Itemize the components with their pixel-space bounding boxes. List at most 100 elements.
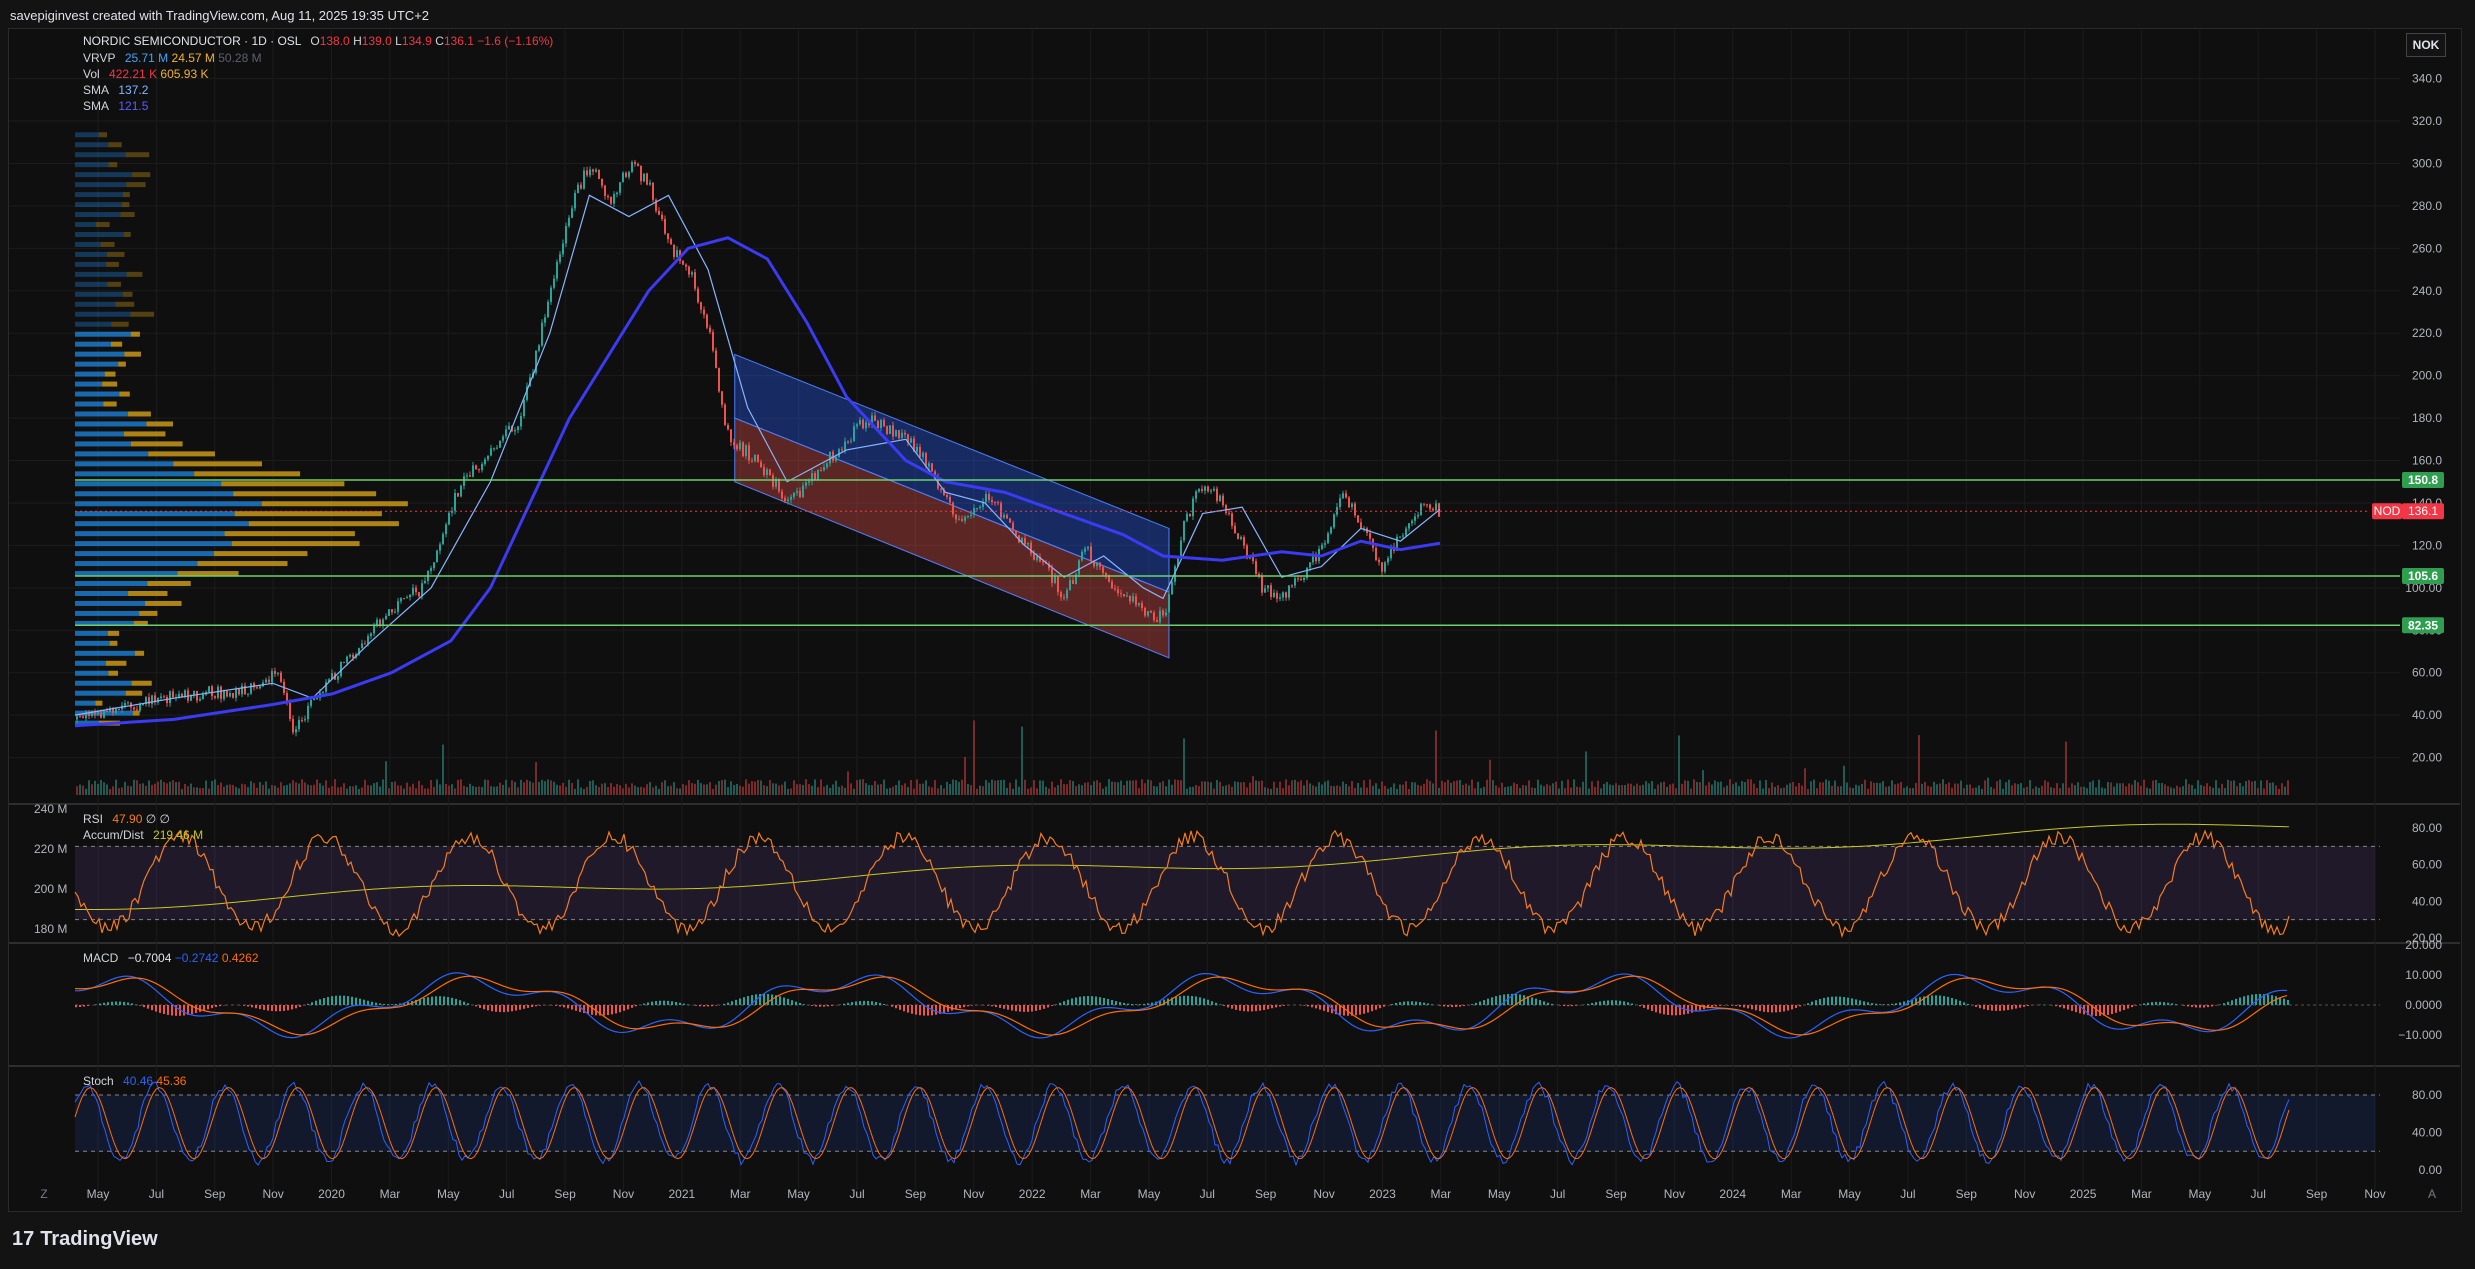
candle-body — [898, 430, 900, 439]
volume-bar — [1285, 779, 1287, 795]
volume-bar — [352, 786, 354, 795]
vrvp-bar-up — [75, 600, 146, 606]
candle-body — [214, 696, 216, 698]
macd-histogram-bar — [287, 1005, 289, 1011]
volume-bar — [157, 781, 159, 795]
macd-histogram-bar — [1587, 1003, 1589, 1005]
macd-histogram-bar — [443, 996, 445, 1005]
volume-bar — [2182, 786, 2184, 795]
macd-histogram-bar — [603, 1005, 605, 1016]
rsi-legend[interactable]: RSI 47.90 ∅ ∅ — [83, 811, 170, 827]
stoch-legend[interactable]: Stoch 40.46 45.36 — [83, 1073, 186, 1089]
candle-body — [100, 712, 102, 718]
macd-histogram-bar — [2195, 1005, 2197, 1008]
volume-bar — [952, 779, 954, 795]
volume-bar — [1666, 786, 1668, 795]
macd-histogram-bar — [391, 1004, 393, 1005]
candle-body — [487, 455, 489, 460]
ad-legend[interactable]: Accum/Dist 219.46 M — [83, 827, 203, 843]
volume-bar — [1246, 787, 1248, 795]
volume-bar — [2071, 783, 2073, 795]
vrvp-legend[interactable]: VRVP 25.71 M 24.57 M 50.28 M — [83, 50, 262, 66]
macd-legend[interactable]: MACD −0.7004 −0.2742 0.4262 — [83, 950, 259, 966]
candle-body — [277, 672, 279, 675]
vrvp-bar-up — [75, 501, 262, 507]
volume-legend[interactable]: Vol 422.21 K 605.93 K — [83, 66, 208, 82]
vrvp-bar-down — [119, 391, 130, 397]
volume-bar — [967, 784, 969, 795]
macd-histogram-bar — [331, 996, 333, 1005]
volume-bar — [529, 781, 531, 795]
volume-bar — [670, 785, 672, 795]
rsi-y-tick: 80.00 — [2412, 821, 2442, 835]
close-value: 136.1 — [443, 34, 474, 48]
candle-body — [565, 226, 567, 244]
tradingview-logo[interactable]: 17 TradingView — [12, 1228, 158, 1251]
volume-bar — [1180, 780, 1182, 795]
volume-bar — [418, 780, 420, 795]
candle-body — [709, 327, 711, 333]
volume-bar — [538, 781, 540, 795]
candle-body — [460, 485, 462, 497]
macd-histogram-bar — [747, 996, 749, 1005]
volume-bar — [961, 779, 963, 795]
vrvp-bar-up — [75, 411, 129, 417]
candle-body — [415, 587, 417, 593]
macd-histogram-bar — [1671, 1005, 1673, 1016]
volume-bar — [1927, 785, 1929, 795]
volume-bar — [658, 788, 660, 795]
volume-bar — [1843, 765, 1845, 795]
volume-bar — [1195, 784, 1197, 795]
volume-bar — [1660, 782, 1662, 795]
candle-body — [307, 705, 309, 720]
candle-body — [850, 440, 852, 442]
candle-body — [1009, 518, 1011, 523]
candle-body — [637, 164, 639, 166]
candle-body — [970, 514, 972, 516]
macd-histogram-bar — [251, 1005, 253, 1008]
candle-body — [202, 694, 204, 700]
macd-histogram-bar — [335, 995, 337, 1005]
volume-bar — [682, 783, 684, 795]
x-tick-label: 2022 — [1019, 1187, 1046, 1201]
macd-histogram-bar — [2019, 1005, 2021, 1008]
volume-bar — [745, 779, 747, 795]
volume-bar — [2023, 787, 2025, 795]
volume-bar — [2200, 784, 2202, 795]
vrvp-bar-down — [132, 172, 151, 178]
macd-histogram-bar — [2095, 1005, 2097, 1016]
volume-bar — [1240, 782, 1242, 795]
volume-bar — [1510, 785, 1512, 795]
macd-histogram-bar — [811, 1005, 813, 1006]
volume-bar — [2038, 787, 2040, 795]
macd-histogram-bar — [1659, 1005, 1661, 1014]
macd-histogram-bar — [1055, 1004, 1057, 1005]
sma-slow-legend[interactable]: SMA 121.5 — [83, 98, 148, 114]
volume-bar — [889, 787, 891, 795]
volume-bar — [1174, 779, 1176, 795]
volume-bar — [1582, 781, 1584, 795]
macd-histogram-bar — [1799, 1005, 1801, 1007]
macd-histogram-bar — [635, 1005, 637, 1007]
volume-bar — [736, 783, 738, 795]
volume-bar — [1492, 780, 1494, 795]
macd-histogram-bar — [675, 1002, 677, 1005]
volume-bar — [2104, 788, 2106, 795]
vrvp-bar-up — [75, 182, 127, 188]
currency-button[interactable]: NOK — [2406, 33, 2446, 57]
volume-bar — [2137, 782, 2139, 795]
vrvp-bar-up — [75, 301, 116, 307]
macd-histogram-bar — [1719, 1005, 1721, 1006]
vrvp-bar-up — [75, 381, 103, 387]
vrvp-bar-down — [194, 471, 301, 477]
candle-body — [955, 514, 957, 520]
volume-bar — [1600, 788, 1602, 795]
macd-histogram-bar — [87, 1005, 89, 1006]
volume-bar — [2044, 780, 2046, 795]
chart-canvas[interactable]: May Jul Sep Nov 2020 Mar May Jul Sep Nov 2021 Mar Ma… — [0, 0, 2475, 1269]
candle-body — [856, 424, 858, 427]
volume-bar — [1873, 782, 1875, 795]
sma-fast-legend[interactable]: SMA 137.2 — [83, 82, 148, 98]
macd-histogram-bar — [1591, 1002, 1593, 1005]
macd-histogram-bar — [1891, 1003, 1893, 1005]
